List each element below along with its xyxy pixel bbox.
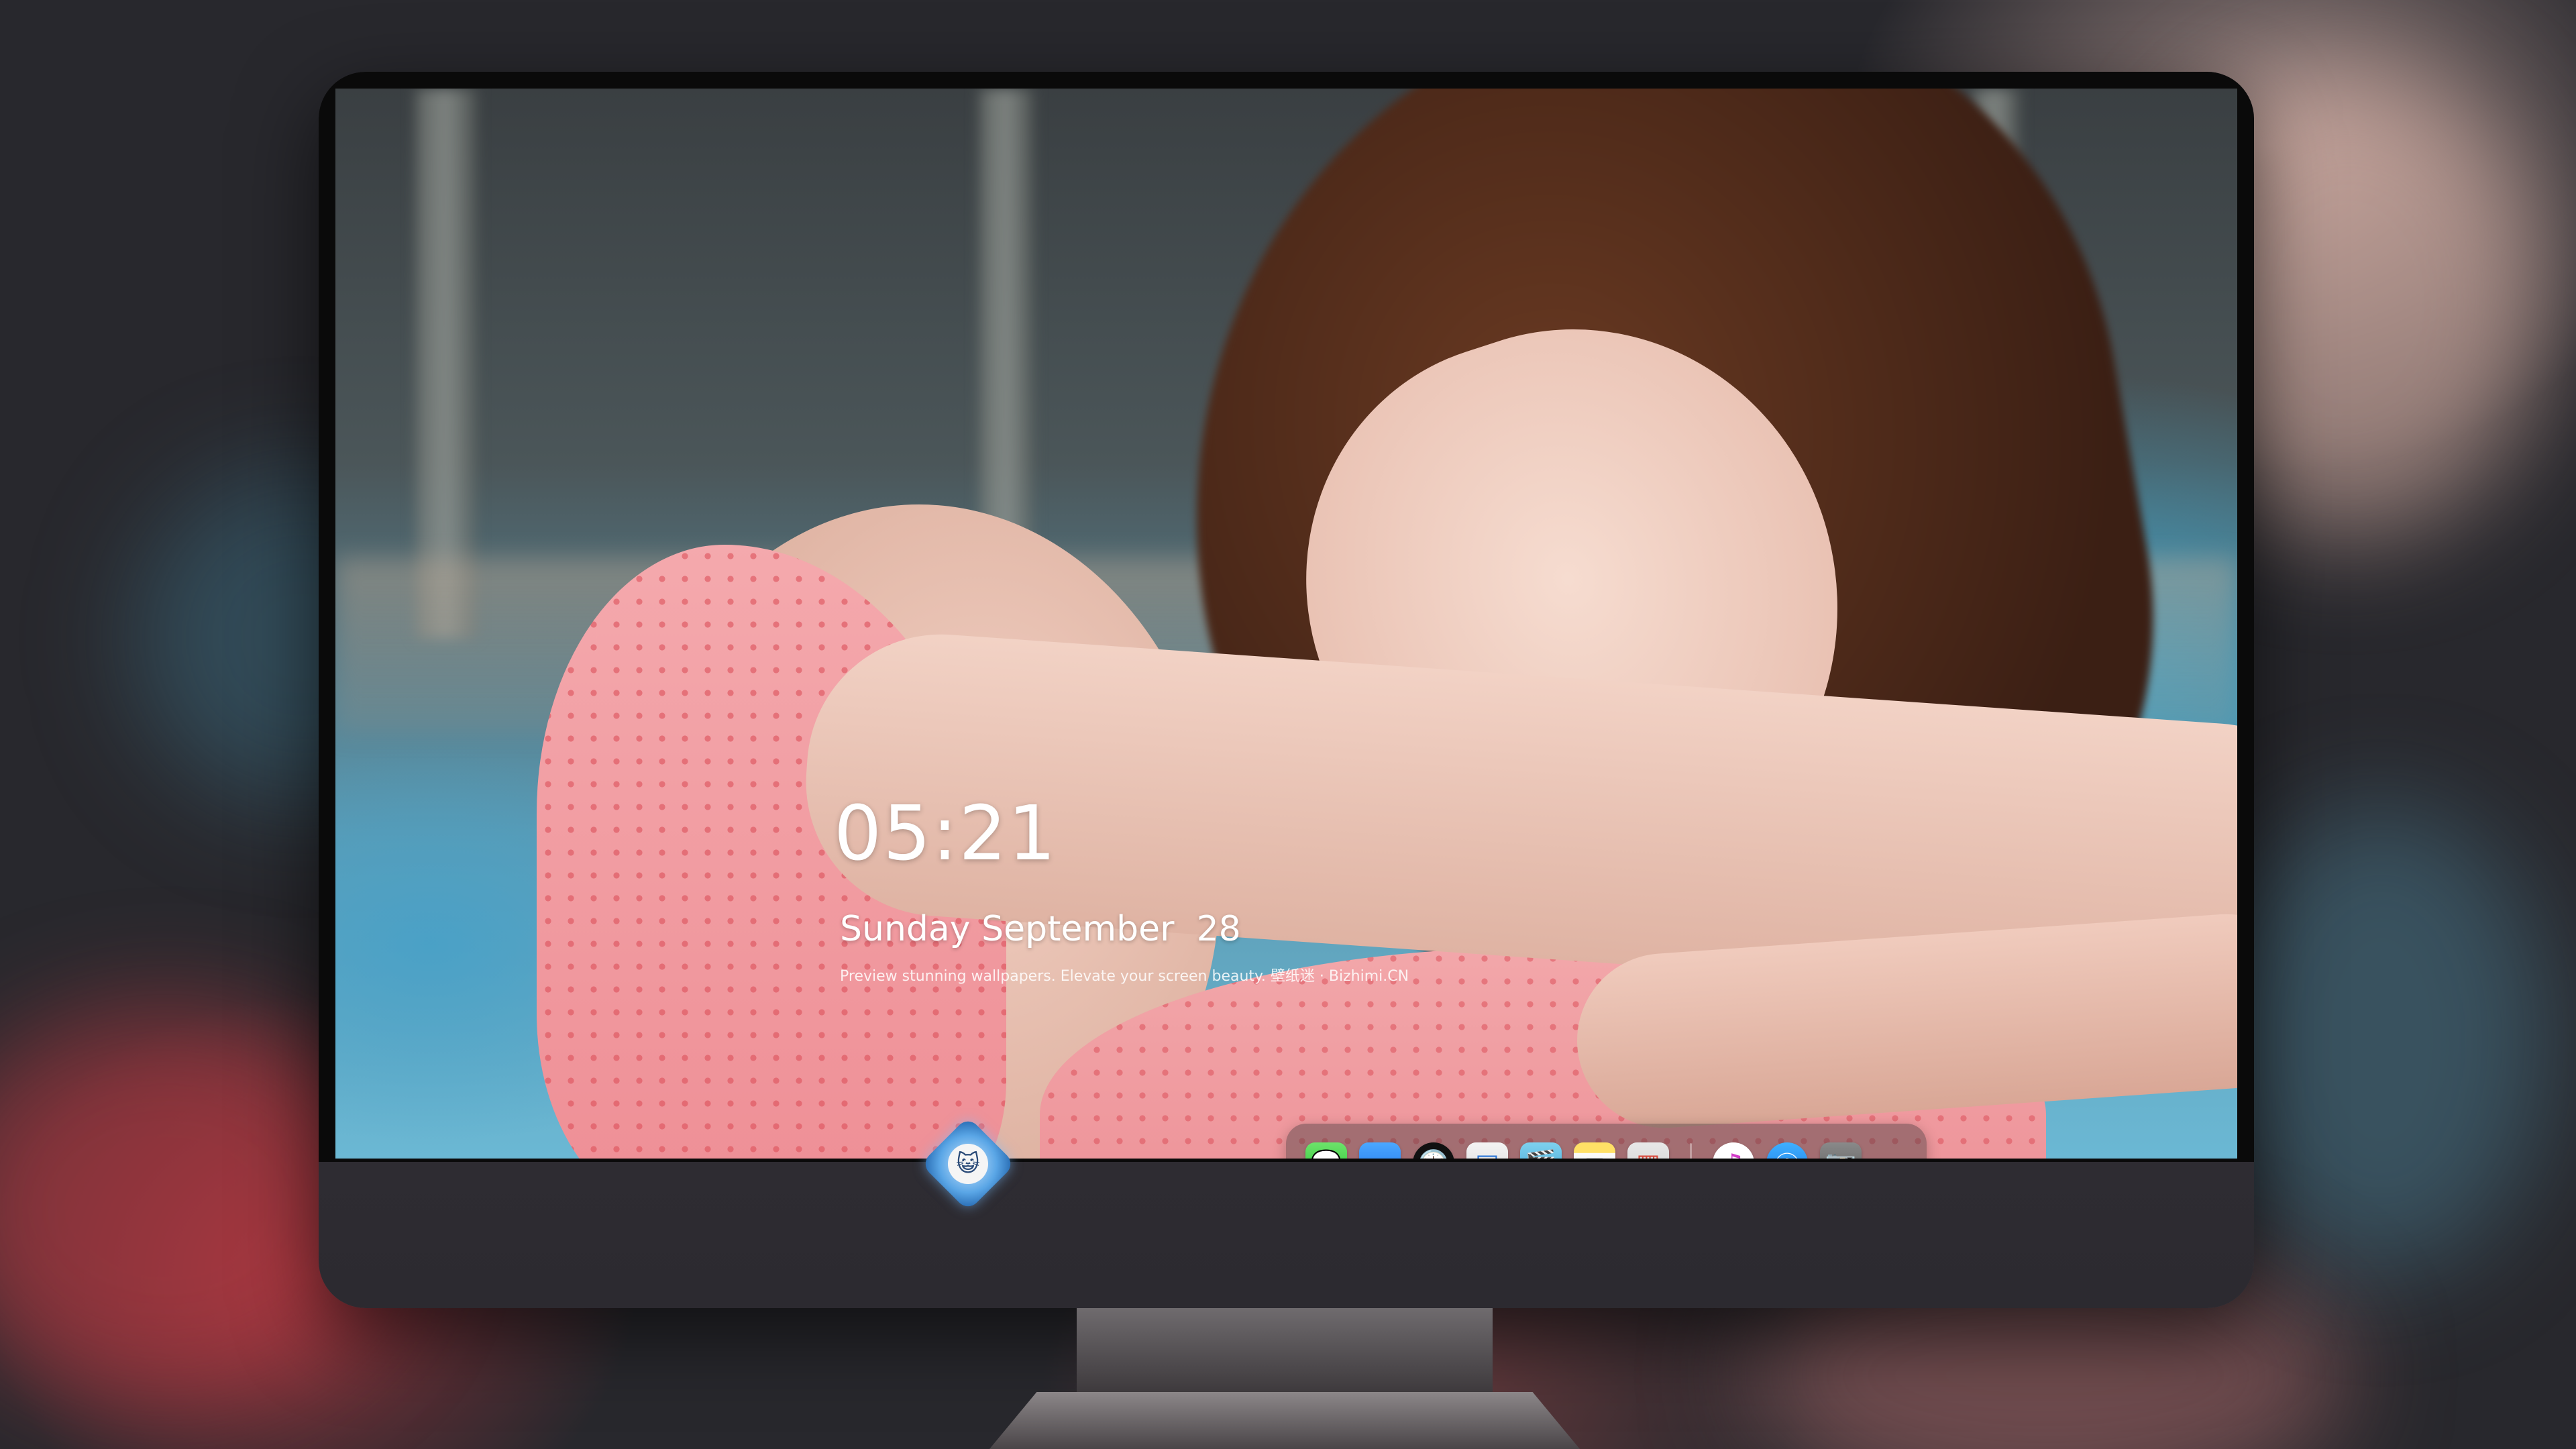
clapperboard-icon[interactable]: 🎬: [1520, 1142, 1562, 1159]
wallpaper: 05:21 Sunday September 28 Preview stunni…: [335, 89, 2237, 1159]
notes-icon[interactable]: ≡: [1574, 1142, 1615, 1159]
preview-icon[interactable]: ▣: [1466, 1142, 1508, 1159]
cat-mascot-icon: 😺: [948, 1144, 988, 1184]
monitor-stand-base: [989, 1392, 1580, 1449]
wallpaper-pillar: [416, 89, 476, 639]
wallpaper-pillar: [979, 89, 1033, 558]
desktop-background: 05:21 Sunday September 28 Preview stunni…: [0, 0, 2576, 1449]
music-icon[interactable]: ♫: [1713, 1142, 1754, 1159]
weather-icon[interactable]: ☁: [1359, 1142, 1401, 1159]
camera-icon[interactable]: 📷: [1820, 1142, 1862, 1159]
lockscreen-time: 05:21: [834, 790, 1057, 877]
lockscreen-date: Sunday September 28: [840, 909, 1241, 949]
photobooth-icon[interactable]: ▦: [1627, 1142, 1669, 1159]
dock: 💬 ☁ 🕑 ▣ 🎬 ≡ ▦ ♫ Ⓐ 📷: [1286, 1124, 1927, 1159]
monitor-stand-neck: [1077, 1308, 1493, 1395]
background-glow: [2214, 805, 2549, 1275]
dock-separator: [1690, 1143, 1692, 1159]
monitor: 05:21 Sunday September 28 Preview stunni…: [319, 72, 2254, 1308]
appstore-icon[interactable]: Ⓐ: [1766, 1142, 1808, 1159]
lockscreen-caption: Preview stunning wallpapers. Elevate you…: [840, 968, 1409, 985]
messages-icon[interactable]: 💬: [1305, 1142, 1347, 1159]
clock-icon[interactable]: 🕑: [1413, 1142, 1454, 1159]
